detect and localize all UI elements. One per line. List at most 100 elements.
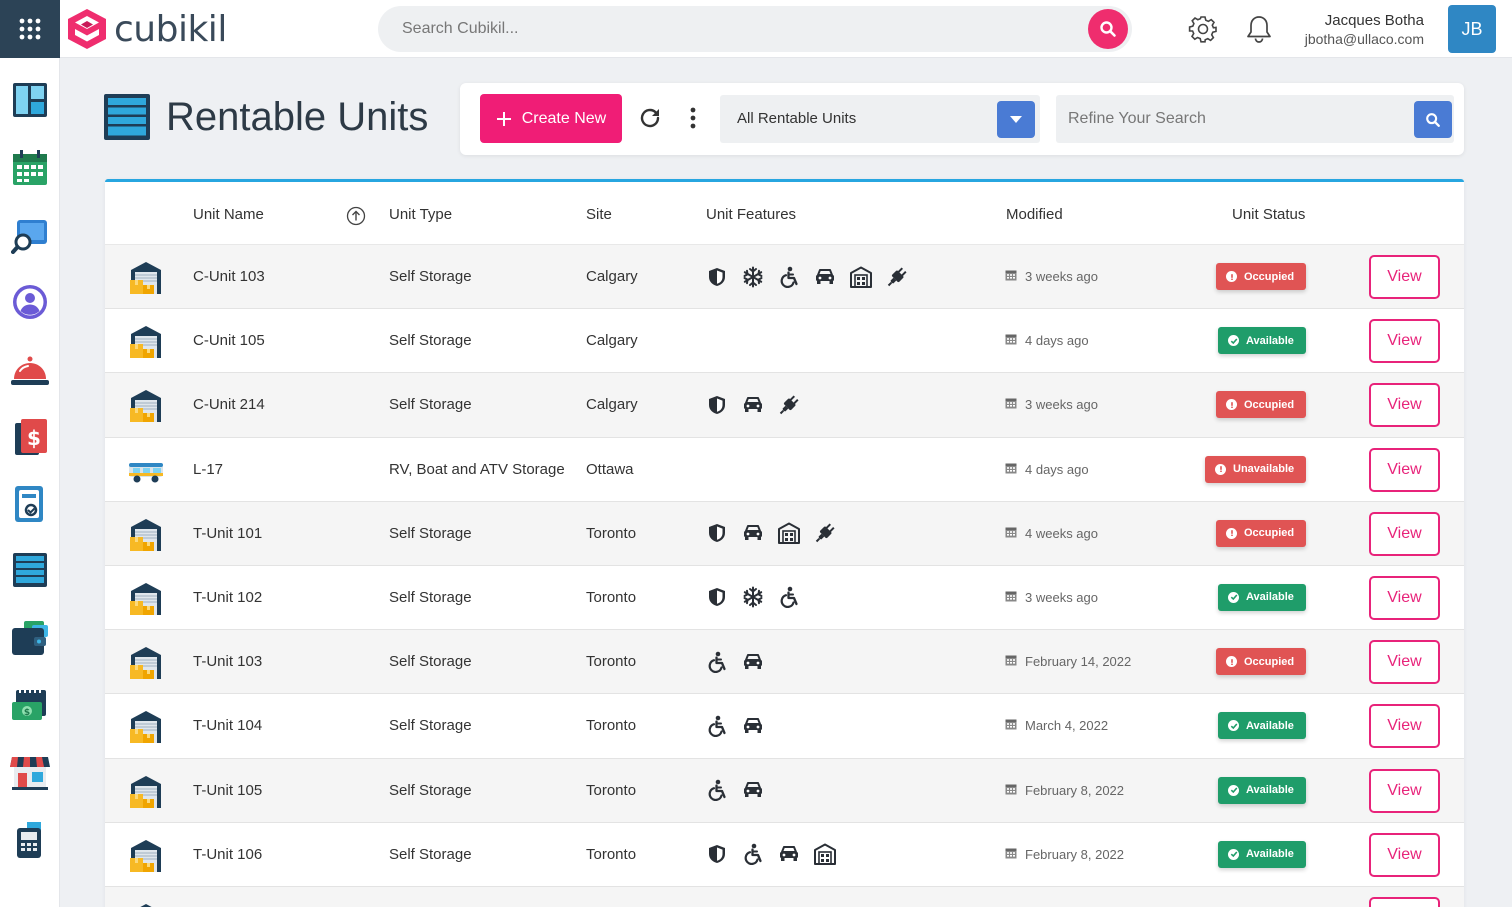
unit-type: RV, Boat and ATV Storage [389,460,565,478]
modified-date: February 14, 2022 [1005,654,1131,669]
column-header-site[interactable]: Site [586,206,612,223]
unit-name[interactable]: T-Unit 106 [193,846,262,863]
wallet-icon[interactable] [8,616,52,660]
unit-name[interactable]: T-Unit 105 [193,782,262,799]
terminal-icon[interactable] [8,818,52,862]
unit-features [705,265,908,288]
user-info[interactable]: Jacques Botha jbotha@ullaco.com [1305,12,1424,48]
power-plug-icon [777,393,800,416]
global-search-input[interactable] [378,6,1078,52]
table-row[interactable]: C-Unit 214 Self Storage Calgary 3 weeks … [105,373,1464,438]
unit-name[interactable]: T-Unit 103 [193,653,262,670]
top-bar: cubikil Jacques Botha jbotha@ullaco.com … [0,0,1512,58]
view-button[interactable]: View [1369,255,1440,299]
calendar-small-icon [1005,847,1017,862]
user-profile-icon[interactable] [8,280,52,324]
status-text: Available [1246,784,1294,796]
view-button[interactable]: View [1369,896,1440,907]
unit-features [705,522,836,545]
column-header-unit-status[interactable]: Unit Status [1232,206,1305,223]
search-icon[interactable] [1088,9,1128,49]
table-row[interactable]: T-Unit 103 Self Storage Toronto February… [105,630,1464,695]
dashboard-icon[interactable] [8,78,52,122]
view-button[interactable]: View [1369,832,1440,877]
bell-icon[interactable] [1242,12,1276,46]
refine-search-input[interactable] [1056,95,1406,143]
table-row[interactable]: T-Unit 101 Self Storage Toronto 4 weeks … [105,501,1464,566]
modified-text: 3 weeks ago [1025,397,1098,413]
view-button[interactable]: View [1369,704,1440,749]
accessibility-icon [777,586,800,609]
search-screen-icon[interactable] [8,213,52,257]
search-icon[interactable] [1414,101,1452,138]
unit-site: Ottawa [586,460,634,478]
create-new-button[interactable]: Create New [480,94,622,143]
brand-logo[interactable]: cubikil [66,6,227,52]
table-row[interactable]: T-Unit 105 Self Storage Toronto February… [105,758,1464,823]
sort-ascending-icon[interactable] [346,206,366,226]
table-row[interactable]: C-Unit 105 Self Storage Calgary 4 days a… [105,309,1464,374]
view-button[interactable]: View [1369,383,1440,428]
unit-type: Self Storage [389,396,472,414]
view-button[interactable]: View [1369,319,1440,364]
column-header-unit-type[interactable]: Unit Type [389,206,452,223]
view-button[interactable]: View [1369,640,1440,685]
check-circle-icon [1228,720,1239,732]
table-row[interactable]: C-Unit 103 Self Storage Calgary 3 weeks … [105,245,1464,310]
billing-calendar-icon[interactable]: $ [8,683,52,727]
table-row[interactable]: T-Unit 104 Self Storage Toronto March 4,… [105,694,1464,759]
unit-site: Calgary [586,332,638,350]
exclamation-circle-icon [1226,271,1237,282]
column-header-unit-name[interactable]: Unit Name [193,206,264,223]
vehicle-access-icon [741,714,764,737]
unit-features [705,779,764,802]
table-row[interactable]: L-17 RV, Boat and ATV Storage Ottawa 4 d… [105,437,1464,502]
unit-name[interactable]: C-Unit 105 [193,332,265,349]
invoice-icon[interactable]: $ [8,415,52,459]
caret-down-icon[interactable] [997,101,1035,138]
unit-name[interactable]: C-Unit 214 [193,396,265,413]
unit-name[interactable]: T-Unit 104 [193,717,262,734]
vehicle-access-icon [741,522,764,545]
vehicle-access-icon [741,650,764,673]
status-text: Available [1246,719,1294,732]
unit-name[interactable]: C-Unit 103 [193,268,265,285]
gear-icon[interactable] [1186,12,1220,46]
modified-text: 3 weeks ago [1025,589,1098,605]
view-button[interactable]: View [1369,575,1440,620]
storefront-icon[interactable] [8,750,52,794]
status-text: Occupied [1244,527,1295,540]
view-button[interactable]: View [1369,447,1440,492]
modified-text: 4 days ago [1025,461,1089,477]
units-table: Unit Name Unit Type Site Unit Features M… [105,179,1464,907]
unit-name[interactable]: L-17 [193,461,223,478]
status-badge: Available [1218,327,1306,355]
table-row[interactable]: T-Unit 106 Self Storage Toronto February… [105,822,1464,887]
unit-name[interactable]: T-Unit 101 [193,525,262,542]
unit-name[interactable]: T-Unit 102 [193,589,262,606]
unit-filter-select[interactable]: All Rentable Units [720,95,1040,143]
unit-site: Toronto [586,653,637,671]
column-header-modified[interactable]: Modified [1006,206,1063,223]
calendar-small-icon [1005,718,1017,733]
avatar[interactable]: JB [1448,5,1496,53]
service-bell-icon[interactable] [8,348,52,392]
svg-text:$: $ [24,708,30,718]
view-button[interactable]: View [1369,511,1440,556]
payment-document-icon[interactable] [8,482,52,526]
more-options-icon[interactable] [680,103,706,133]
accessibility-icon [705,714,728,737]
view-button[interactable]: View [1369,768,1440,813]
app-grid-icon[interactable] [0,0,60,58]
calendar-icon[interactable] [8,146,52,190]
unit-features [705,714,764,737]
column-header-unit-features[interactable]: Unit Features [706,206,796,223]
rentable-units-icon[interactable] [8,548,52,592]
cubikil-logo-icon [68,9,106,49]
refresh-icon[interactable] [635,103,665,133]
status-text: Unavailable [1233,463,1295,476]
table-row[interactable]: View [105,886,1464,907]
status-badge: Occupied [1216,263,1307,290]
storage-unit-icon [127,772,165,810]
table-row[interactable]: T-Unit 102 Self Storage Toronto 3 weeks … [105,565,1464,631]
